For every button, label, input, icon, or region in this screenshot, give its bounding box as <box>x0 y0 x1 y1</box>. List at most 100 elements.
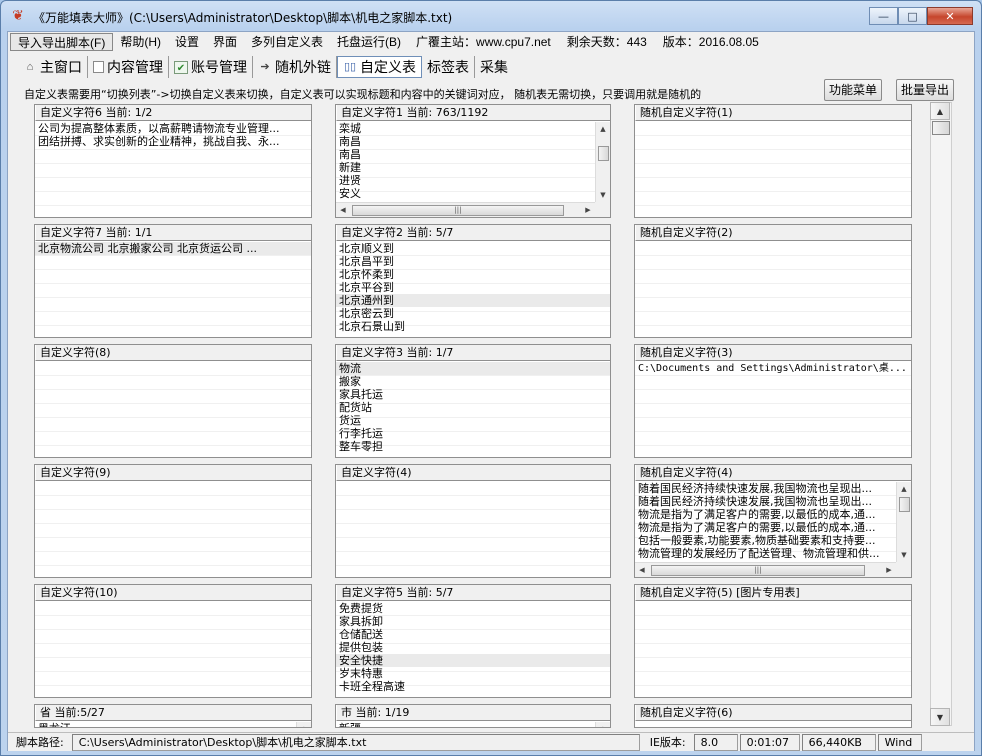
menu-settings[interactable]: 设置 <box>168 33 206 51</box>
panel-custom-char-5[interactable]: 自定义字符5 当前: 5/7 免费提货 家具拆卸 仓储配送 提供包装 安全快捷 岁末特惠卡… <box>335 584 611 698</box>
tab-content-manage[interactable]: 内容管理 <box>88 56 169 78</box>
list-item[interactable]: 随着国民经济持续快速发展,我国物流也呈现出... <box>635 495 896 508</box>
panel-random-char-5[interactable]: 随机自定义字符(5) [图片专用表] <box>634 584 912 698</box>
list-item[interactable]: 配货站 <box>336 401 610 414</box>
list-item[interactable]: 岁末特惠 <box>336 667 610 680</box>
panel-city[interactable]: 市 当前: 1/19 新疆 ▲ <box>335 704 611 728</box>
panel-custom-char-8[interactable]: 自定义字符(8) <box>34 344 312 458</box>
scroll-up-arrow-icon[interactable]: ▲ <box>596 722 610 727</box>
random4-vscroll[interactable]: ▲ ▼ <box>896 482 911 562</box>
scroll-down-arrow-icon[interactable]: ▼ <box>930 708 950 726</box>
tab-main-window[interactable]: ⌂ 主窗口 <box>18 56 88 78</box>
panel-random-char-3[interactable]: 随机自定义字符(3) C:\Documents and Settings\Adm… <box>634 344 912 458</box>
panel-random-char-4[interactable]: 随机自定义字符(4) 随着国民经济持续快速发展,我国物流也呈现出... 随着国民经… <box>634 464 912 578</box>
panel-random-char-6[interactable]: 随机自定义字符(6) <box>634 704 912 728</box>
minimize-button[interactable]: — <box>869 7 898 25</box>
main-scroll-thumb[interactable] <box>932 121 950 135</box>
scroll-up-arrow-icon[interactable]: ▲ <box>897 482 911 496</box>
menu-help[interactable]: 帮助(H) <box>113 33 168 51</box>
tab-account-manage[interactable]: ✔ 账号管理 <box>169 56 253 78</box>
panel-custom-char-2[interactable]: 自定义字符2 当前: 5/7 北京顺义到 北京昌平到 北京怀柔到 北京平谷到 北京通州到… <box>335 224 611 338</box>
scroll-thumb[interactable]: ||| <box>352 205 564 216</box>
panel-custom-char-4[interactable]: 自定义字符(4) <box>335 464 611 578</box>
list-item[interactable]: 进贤 <box>336 174 595 187</box>
list-item[interactable]: 北京通州到 <box>336 294 610 307</box>
scroll-up-arrow-icon[interactable]: ▲ <box>596 122 610 136</box>
list-item[interactable]: 物流是指为了满足客户的需要,以最低的成本,通... <box>635 521 896 534</box>
list-item[interactable]: 家具托运 <box>336 388 610 401</box>
scroll-up-arrow-icon[interactable]: ▲ <box>297 722 311 727</box>
panel-province[interactable]: 省 当前:5/27 黑龙江 ▲ <box>34 704 312 728</box>
close-button[interactable]: ✕ <box>927 7 973 25</box>
list-item[interactable]: 物流 <box>336 362 610 375</box>
scroll-right-arrow-icon[interactable]: ▶ <box>882 563 896 577</box>
list-item[interactable]: 物流管理的发展经历了配送管理、物流管理和供... <box>635 547 896 560</box>
list-item[interactable]: 北京物流公司 北京搬家公司 北京货运公司 ... <box>35 242 311 255</box>
panel-custom-char-6[interactable]: 自定义字符6 当前: 1/2 公司为提高整体素质，以高薪聘请物流专业管理... 团… <box>34 104 312 218</box>
list-item[interactable]: 北京石景山到 <box>336 320 610 333</box>
list-item[interactable]: 北京密云到 <box>336 307 610 320</box>
menu-tray-run[interactable]: 托盘运行(B) <box>330 33 408 51</box>
list-item[interactable]: 仓储配送 <box>336 628 610 641</box>
scroll-up-arrow-icon[interactable]: ▲ <box>930 102 950 120</box>
scroll-down-arrow-icon[interactable]: ▼ <box>897 548 911 562</box>
list-item[interactable]: 公司为提高整体素质，以高薪聘请物流专业管理... <box>35 122 311 135</box>
scroll-left-arrow-icon[interactable]: ◀ <box>336 203 350 217</box>
list-item[interactable]: 北京昌平到 <box>336 255 610 268</box>
list-item[interactable]: 行李托运 <box>336 427 610 440</box>
list-item[interactable]: 黑龙江 <box>35 722 296 727</box>
random4-hscroll[interactable]: ◀ ||| ▶ <box>635 562 896 577</box>
scroll-left-arrow-icon[interactable]: ◀ <box>635 563 649 577</box>
scroll-thumb[interactable] <box>899 497 910 512</box>
scroll-thumb[interactable] <box>598 146 609 161</box>
list-item[interactable]: 安义 <box>336 187 595 200</box>
list-item[interactable]: 南昌 <box>336 135 595 148</box>
city-scrollbar[interactable]: ▲ <box>595 722 610 727</box>
batch-export-button[interactable]: 批量导出 <box>896 79 954 101</box>
list-item[interactable]: 北京怀柔到 <box>336 268 610 281</box>
tab-custom-table[interactable]: ▯▯ 自定义表 <box>337 56 422 78</box>
panel-custom-char-1[interactable]: 自定义字符1 当前: 763/1192 栾城 南昌 南昌 新建 进贤 安义 ▲ ▼ ◀ |… <box>335 104 611 218</box>
list-item[interactable]: 卡班全程高速 <box>336 680 610 693</box>
panel-custom-char-3[interactable]: 自定义字符3 当前: 1/7 物流 搬家 家具托运 配货站 货运 行李托运 整车零担 <box>335 344 611 458</box>
list-item[interactable]: 整车零担 <box>336 440 610 453</box>
list-item[interactable]: 新疆 <box>336 722 595 727</box>
panel-custom-char-7[interactable]: 自定义字符7 当前: 1/1 北京物流公司 北京搬家公司 北京货运公司 ... <box>34 224 312 338</box>
function-menu-button[interactable]: 功能菜单 <box>824 79 882 101</box>
list-item[interactable]: 物流是指为了满足客户的需要,以最低的成本,通... <box>635 508 896 521</box>
tab-collect[interactable]: 采集 <box>475 56 513 78</box>
list-item[interactable]: 家具拆卸 <box>336 615 610 628</box>
menu-interface[interactable]: 界面 <box>206 33 244 51</box>
menu-multi-column[interactable]: 多列自定义表 <box>244 33 330 51</box>
list-item[interactable]: 提供包装 <box>336 641 610 654</box>
scroll-down-arrow-icon[interactable]: ▼ <box>596 188 610 202</box>
list-item[interactable]: 随着国民经济持续快速发展,我国物流也呈现出... <box>635 482 896 495</box>
panel-random-char-1[interactable]: 随机自定义字符(1) <box>634 104 912 218</box>
maximize-button[interactable]: □ <box>898 7 927 25</box>
tab-random-links[interactable]: ➔ 随机外链 <box>253 56 337 78</box>
list-item[interactable]: 南昌 <box>336 148 595 161</box>
list-item[interactable]: 免费提货 <box>336 602 610 615</box>
scroll-right-arrow-icon[interactable]: ▶ <box>581 203 595 217</box>
list-item[interactable]: 北京平谷到 <box>336 281 610 294</box>
scroll-thumb[interactable]: ||| <box>651 565 865 576</box>
list-item[interactable]: C:\Documents and Settings\Administrator\… <box>635 362 911 375</box>
panel-custom-char-10[interactable]: 自定义字符(10) <box>34 584 312 698</box>
list-item[interactable]: 团结拼搏、求实创新的企业精神，挑战自我、永... <box>35 135 311 148</box>
site-link[interactable]: 广覆主站：www.cpu7.net <box>408 33 559 51</box>
list-item[interactable]: 包括一般要素,功能要素,物质基础要素和支持要... <box>635 534 896 547</box>
char1-hscroll[interactable]: ◀ ||| ▶ <box>336 202 595 217</box>
list-item[interactable]: 搬家 <box>336 375 610 388</box>
panel-custom-char-9[interactable]: 自定义字符(9) <box>34 464 312 578</box>
main-scrollbar[interactable]: ▲ ▼ <box>930 102 952 726</box>
list-item[interactable]: 货运 <box>336 414 610 427</box>
province-scrollbar[interactable]: ▲ <box>296 722 311 727</box>
tab-tag-table[interactable]: 标签表 <box>422 56 475 78</box>
list-item[interactable]: 北京顺义到 <box>336 242 610 255</box>
menu-import-export[interactable]: 导入导出脚本(F) <box>10 33 114 51</box>
char1-vscroll[interactable]: ▲ ▼ <box>595 122 610 202</box>
list-item[interactable]: 新建 <box>336 161 595 174</box>
list-item[interactable]: 栾城 <box>336 122 595 135</box>
panel-random-char-2[interactable]: 随机自定义字符(2) <box>634 224 912 338</box>
list-item[interactable]: 安全快捷 <box>336 654 610 667</box>
